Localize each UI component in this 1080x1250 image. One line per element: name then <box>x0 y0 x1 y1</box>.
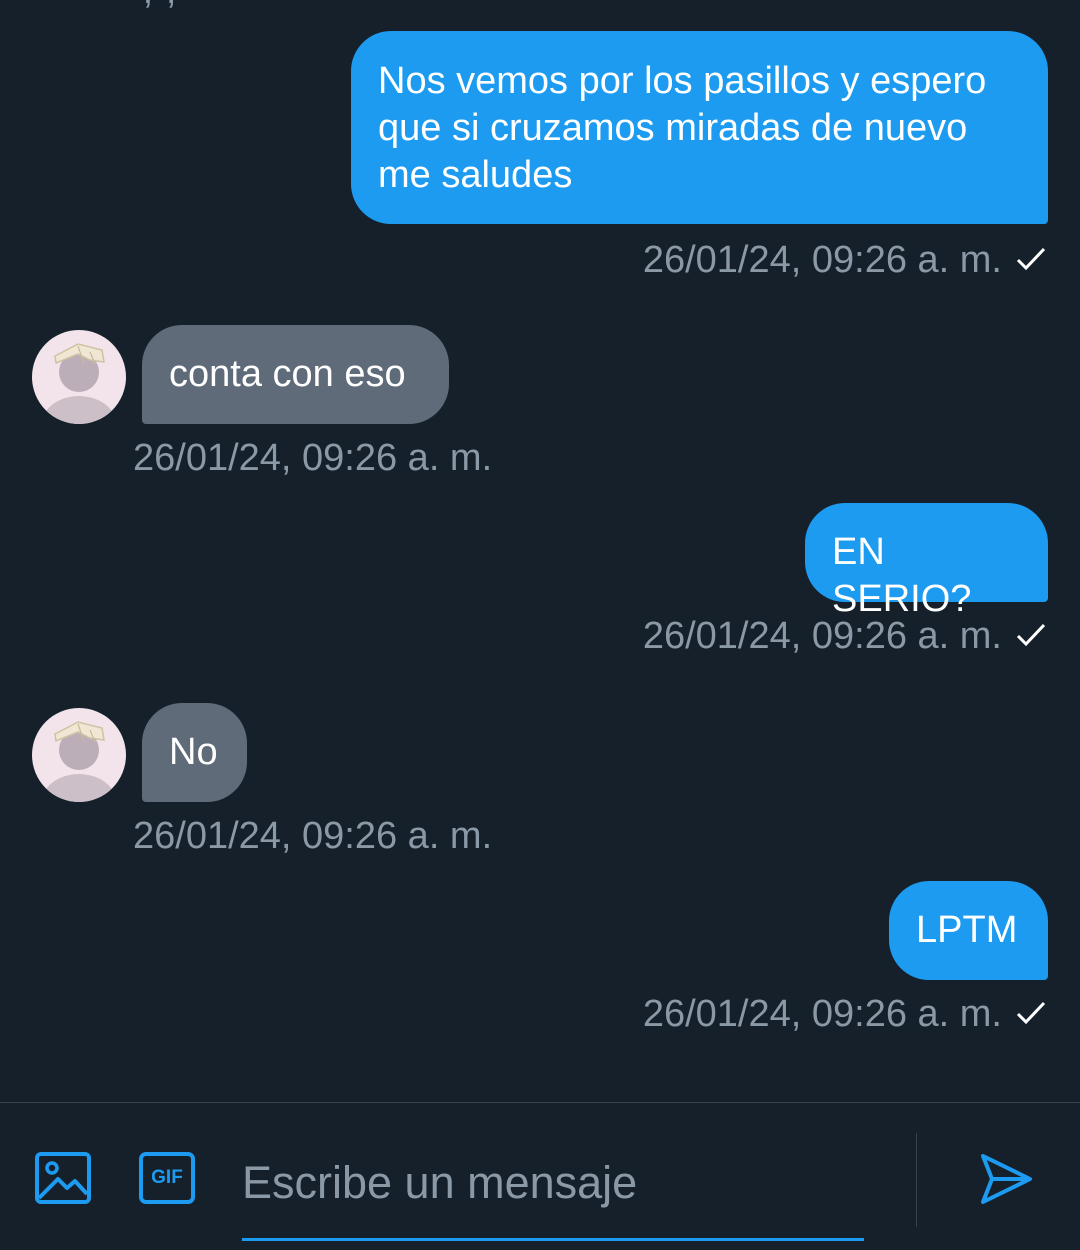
outgoing-message-bubble[interactable]: EN SERIO? <box>805 503 1048 620</box>
message-timestamp: 26/01/24, 09:26 a. m. <box>133 814 492 858</box>
message-text: conta con eso <box>169 353 406 395</box>
avatar[interactable] <box>32 330 126 424</box>
timestamp-text: 26/01/24, 09:26 a. m. <box>642 993 1002 1035</box>
message-text: No <box>169 731 218 773</box>
dm-conversation-screen: ·,·,· Nos vemos por los pasillos y esper… <box>0 0 1080 1250</box>
timestamp-text: 26/01/24, 09:26 a. m. <box>133 437 493 479</box>
image-button[interactable] <box>34 1151 92 1210</box>
message-text: Nos vemos por los pasillos y espero que … <box>378 60 987 196</box>
message-input[interactable] <box>242 1141 864 1241</box>
send-icon <box>981 1154 1032 1204</box>
message-text: EN SERIO? <box>832 531 972 620</box>
composer-divider <box>916 1133 917 1227</box>
sent-check-icon <box>1016 247 1046 271</box>
message-timestamp: 26/01/24, 09:26 a. m. <box>643 992 1046 1036</box>
outgoing-message-bubble[interactable]: LPTM <box>889 881 1048 980</box>
message-composer: GIF <box>0 1102 1080 1250</box>
timestamp-text: 26/01/24, 09:26 a. m. <box>642 239 1002 281</box>
gif-label: GIF <box>151 1167 183 1188</box>
message-timestamp: 26/01/24, 09:26 a. m. <box>643 238 1046 282</box>
image-icon <box>35 1152 91 1204</box>
outgoing-message-bubble[interactable]: Nos vemos por los pasillos y espero que … <box>351 31 1048 224</box>
send-button[interactable] <box>978 1151 1034 1212</box>
timestamp-text: 26/01/24, 09:26 a. m. <box>133 815 493 857</box>
message-timestamp: 26/01/24, 09:26 a. m. <box>643 614 1046 658</box>
sent-check-icon <box>1016 1001 1046 1025</box>
timestamp-text: 26/01/24, 09:26 a. m. <box>642 615 1002 657</box>
message-text: LPTM <box>916 909 1018 951</box>
incoming-message-bubble[interactable]: No <box>142 703 247 802</box>
avatar-image <box>32 330 126 424</box>
avatar-image <box>32 708 126 802</box>
clipped-previous-timestamp: ·,·,· <box>130 0 189 13</box>
sent-check-icon <box>1016 623 1046 647</box>
incoming-message-bubble[interactable]: conta con eso <box>142 325 449 424</box>
gif-button[interactable]: GIF <box>138 1151 196 1205</box>
message-timestamp: 26/01/24, 09:26 a. m. <box>133 436 492 480</box>
avatar[interactable] <box>32 708 126 802</box>
